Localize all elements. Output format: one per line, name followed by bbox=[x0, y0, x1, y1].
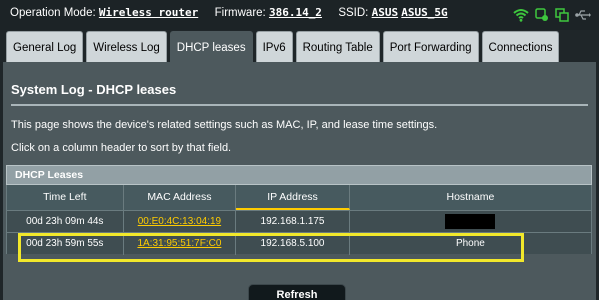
firmware-label: Firmware: bbox=[214, 7, 266, 19]
table-row: 00d 23h 09m 44s 00:E0:4C:13:04:19 192.16… bbox=[6, 210, 592, 233]
tab-general-log[interactable]: General Log bbox=[6, 31, 84, 62]
table-header-row: Time Left MAC Address IP Address Hostnam… bbox=[6, 185, 592, 210]
operation-mode-link[interactable]: Wireless router bbox=[99, 6, 198, 19]
ip-address-cell: 192.168.5.100 bbox=[236, 233, 350, 255]
ssid-2g-link[interactable]: ASUS bbox=[372, 6, 399, 19]
status-bar: Operation Mode: Wireless router Firmware… bbox=[0, 0, 599, 30]
hostname-cell bbox=[350, 211, 591, 233]
copy-icon[interactable] bbox=[555, 8, 569, 22]
mac-address-link[interactable]: 00:E0:4C:13:04:19 bbox=[138, 216, 221, 227]
mac-address-link[interactable]: 1A:31:95:51:7F:C0 bbox=[137, 238, 221, 249]
hostname-cell: Phone bbox=[455, 238, 485, 249]
ip-address-cell: 192.168.1.175 bbox=[236, 211, 350, 233]
column-header-time-left[interactable]: Time Left bbox=[7, 185, 124, 210]
title-divider bbox=[11, 104, 588, 106]
wifi-icon[interactable] bbox=[513, 8, 529, 22]
log-tabs: General Log Wireless Log DHCP leases IPv… bbox=[6, 31, 560, 62]
signal-icon[interactable] bbox=[535, 8, 549, 22]
redacted-hostname bbox=[445, 213, 496, 229]
tab-port-forwarding[interactable]: Port Forwarding bbox=[382, 31, 479, 62]
page-description: This page shows the device's related set… bbox=[11, 119, 438, 131]
tab-dhcp-leases[interactable]: DHCP leases bbox=[169, 31, 253, 62]
status-icons bbox=[513, 5, 591, 25]
sort-hint: Click on a column header to sort by that… bbox=[11, 142, 232, 154]
dhcp-leases-table: DHCP Leases Time Left MAC Address IP Add… bbox=[6, 165, 592, 265]
usb-icon[interactable] bbox=[575, 9, 591, 21]
column-header-mac-address[interactable]: MAC Address bbox=[124, 185, 237, 210]
column-header-hostname[interactable]: Hostname bbox=[350, 185, 591, 210]
time-left-cell: 00d 23h 09m 44s bbox=[7, 211, 124, 233]
tab-routing-table[interactable]: Routing Table bbox=[295, 31, 380, 62]
page-title: System Log - DHCP leases bbox=[11, 82, 177, 97]
refresh-button[interactable]: Refresh bbox=[248, 284, 346, 300]
tab-ipv6[interactable]: IPv6 bbox=[255, 31, 293, 62]
ssid-5g-link[interactable]: ASUS_5G bbox=[401, 6, 447, 19]
column-header-ip-address[interactable]: IP Address bbox=[236, 185, 350, 210]
firmware-link[interactable]: 386.14_2 bbox=[269, 6, 322, 19]
content-panel: System Log - DHCP leases This page shows… bbox=[3, 62, 596, 300]
tab-connections[interactable]: Connections bbox=[481, 31, 560, 62]
tab-wireless-log[interactable]: Wireless Log bbox=[86, 31, 167, 62]
table-title: DHCP Leases bbox=[6, 165, 592, 185]
ssid-label: SSID: bbox=[338, 7, 369, 19]
status-info: Operation Mode: Wireless router Firmware… bbox=[10, 6, 448, 19]
operation-mode-label: Operation Mode: bbox=[10, 7, 96, 19]
time-left-cell: 00d 23h 59m 55s bbox=[7, 233, 124, 255]
table-row: 00d 23h 59m 55s 1A:31:95:51:7F:C0 192.16… bbox=[6, 232, 592, 255]
